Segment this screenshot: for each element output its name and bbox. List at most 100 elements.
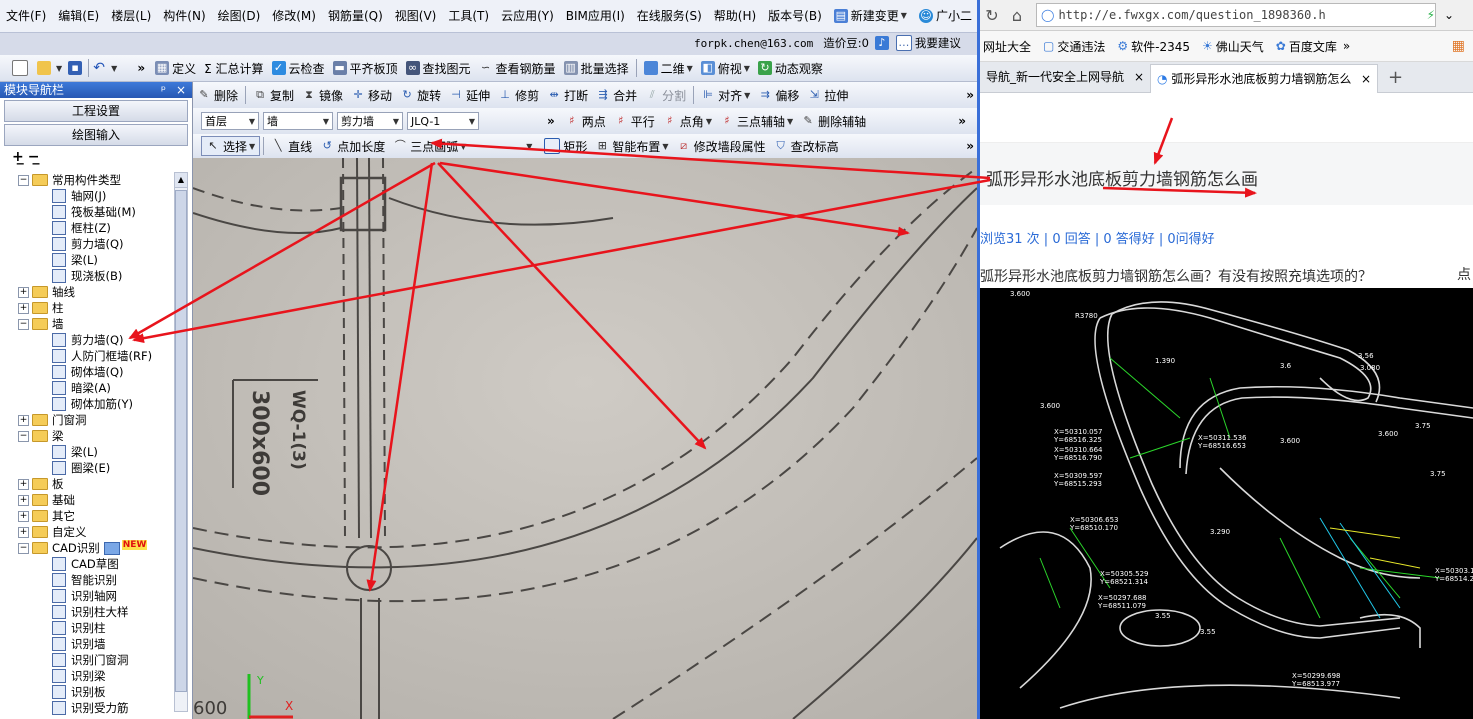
chevron-down-icon[interactable]: ▼	[56, 64, 62, 73]
tree-scrollbar[interactable]: ▲	[174, 172, 188, 712]
toolbar-overflow[interactable]: »	[966, 139, 974, 153]
tree-item[interactable]: 剪力墙(Q)	[18, 332, 170, 348]
find-element-button[interactable]: ∞ 查找图元	[402, 57, 475, 79]
three-point-arc-dropdown[interactable]: ⌒ 三点画弧 ▼	[389, 135, 470, 157]
speed-icon[interactable]: ⚡	[1427, 8, 1435, 22]
tree-item[interactable]: 识别板	[18, 684, 170, 700]
parallel-aux-button[interactable]: ♯ 平行	[610, 110, 659, 132]
toolbar-overflow[interactable]: »	[958, 114, 966, 128]
menu-view[interactable]: 视图(V)	[389, 0, 443, 32]
tree-item[interactable]: − CAD识别 NEW	[18, 540, 170, 556]
tree-item[interactable]: 识别柱大样	[18, 604, 170, 620]
collapse-icon[interactable]: −	[18, 542, 29, 554]
category-select[interactable]: 墙 ▼	[263, 112, 333, 130]
menu-modify[interactable]: 修改(M)	[266, 0, 322, 32]
close-icon[interactable]: ×	[1361, 65, 1371, 93]
close-icon[interactable]: ×	[1134, 63, 1144, 91]
tree-item[interactable]: − 常用构件类型	[18, 172, 170, 188]
move-button[interactable]: ✛ 移动	[347, 84, 396, 106]
tree-item[interactable]: 识别轴网	[18, 588, 170, 604]
tree-item[interactable]: + 柱	[18, 300, 170, 316]
tree-item[interactable]: + 门窗洞	[18, 412, 170, 428]
project-settings-button[interactable]: 工程设置	[4, 100, 188, 122]
tree-item[interactable]: 识别柱	[18, 620, 170, 636]
view-rebar-button[interactable]: ∽ 查看钢筋量	[475, 57, 560, 79]
point-length-button[interactable]: ↺ 点加长度	[316, 135, 389, 157]
split-button[interactable]: ⫽ 分割	[641, 84, 690, 106]
new-tab-icon[interactable]: +	[1388, 67, 1403, 88]
mirror-button[interactable]: ⧗ 镜像	[298, 84, 347, 106]
top-view-dropdown[interactable]: ◧ 俯视 ▼	[697, 57, 754, 79]
flat-top-button[interactable]: ▬ 平齐板顶	[329, 57, 402, 79]
tree-item[interactable]: 识别受力筋	[18, 700, 170, 716]
url-field[interactable]: ◯ http://e.fwxgx.com/question_1898360.h …	[1036, 3, 1436, 27]
modify-wall-segment-button[interactable]: ⧄ 修改墙段属性	[673, 135, 770, 157]
cloud-check-button[interactable]: ✓ 云检查	[268, 57, 329, 79]
menu-draw[interactable]: 绘图(D)	[212, 0, 267, 32]
new-file-icon[interactable]	[12, 60, 28, 76]
new-change-button[interactable]: ▤ 新建变更 ▼	[828, 0, 913, 32]
menu-bim[interactable]: BIM应用(I)	[560, 0, 631, 32]
expand-icon[interactable]: +	[18, 302, 29, 314]
break-button[interactable]: ⇹ 打断	[543, 84, 592, 106]
tree-item[interactable]: 砌体墙(Q)	[18, 364, 170, 380]
collapse-icon[interactable]: −	[18, 430, 29, 442]
open-folder-icon[interactable]	[37, 61, 51, 75]
expand-all-icon[interactable]: +̲	[12, 149, 24, 165]
rotate-button[interactable]: ↻ 旋转	[396, 84, 445, 106]
tree-item[interactable]: 剪力墙(Q)	[18, 236, 170, 252]
expand-icon[interactable]: +	[18, 510, 29, 522]
three-point-aux-dropdown[interactable]: ♯ 三点辅轴 ▼	[716, 110, 797, 132]
undo-icon[interactable]: ↶	[92, 61, 106, 75]
extend-button[interactable]: ⊣ 延伸	[445, 84, 494, 106]
toolbar-overflow[interactable]: »	[137, 61, 145, 75]
tree-item[interactable]: − 梁	[18, 428, 170, 444]
check-elevation-button[interactable]: ⛉ 查改标高	[770, 135, 843, 157]
bookmark-item[interactable]: ✿ 百度文库	[1276, 38, 1337, 55]
toolbar-overflow[interactable]: »	[547, 114, 555, 128]
menu-online[interactable]: 在线服务(S)	[631, 0, 708, 32]
bookmarks-overflow-icon[interactable]: »	[1343, 39, 1350, 53]
trim-button[interactable]: ⊥ 修剪	[494, 84, 543, 106]
home-icon[interactable]: ⌂	[1004, 6, 1030, 25]
dynamic-view-button[interactable]: ↻ 动态观察	[754, 57, 827, 79]
expand-icon[interactable]: +	[18, 494, 29, 506]
collapse-icon[interactable]: −	[18, 174, 29, 186]
menu-version[interactable]: 版本号(B)	[762, 0, 828, 32]
reload-icon[interactable]: ↻	[980, 6, 1004, 25]
assistant-button[interactable]: ☺ 广小二	[913, 0, 977, 32]
expand-icon[interactable]: +	[18, 478, 29, 490]
offset-button[interactable]: ⇉ 偏移	[754, 84, 803, 106]
stretch-button[interactable]: ⇲ 拉伸	[803, 84, 852, 106]
menu-component[interactable]: 构件(N)	[157, 0, 211, 32]
tree-item[interactable]: 人防门框墙(RF)	[18, 348, 170, 364]
align-dropdown[interactable]: ⊫ 对齐 ▼	[697, 84, 754, 106]
tree-item[interactable]: 轴网(J)	[18, 188, 170, 204]
question-stats[interactable]: 浏览31 次 | 0 回答 | 0 答得好 | 0问得好	[980, 228, 1215, 247]
menu-help[interactable]: 帮助(H)	[708, 0, 762, 32]
toolbar-overflow[interactable]: »	[966, 88, 974, 102]
expand-icon[interactable]: +	[18, 526, 29, 538]
select-tool-button[interactable]: ↖ 选择 ▼	[201, 136, 261, 156]
smart-layout-dropdown[interactable]: ⊞ 智能布置 ▼	[591, 135, 672, 157]
bookmark-item[interactable]: 网址大全	[980, 38, 1031, 55]
bookmark-item[interactable]: ▢ 交通违法	[1043, 38, 1105, 55]
tree-item[interactable]: 砌体加筋(Y)	[18, 396, 170, 412]
suggest-button[interactable]: … 我要建议	[895, 35, 961, 51]
tree-item[interactable]: + 轴线	[18, 284, 170, 300]
arc-option-select[interactable]: ▼	[474, 137, 536, 155]
merge-button[interactable]: ⇶ 合并	[592, 84, 641, 106]
define-button[interactable]: ▦ 定义	[151, 57, 200, 79]
tree-item[interactable]: 识别墙	[18, 636, 170, 652]
summary-calc-button[interactable]: Σ 汇总计算	[200, 57, 267, 79]
delete-button[interactable]: ✎ 删除	[193, 84, 242, 106]
tree-item[interactable]: 圈梁(E)	[18, 460, 170, 476]
menu-file[interactable]: 文件(F)	[0, 0, 52, 32]
rectangle-tool-button[interactable]: 矩形	[540, 135, 591, 157]
expand-icon[interactable]: +	[18, 286, 29, 298]
corner-label[interactable]: 点	[1457, 264, 1471, 284]
two-point-aux-button[interactable]: ♯ 两点	[561, 110, 610, 132]
tree-item[interactable]: 识别梁	[18, 668, 170, 684]
menu-rebar[interactable]: 钢筋量(Q)	[322, 0, 389, 32]
tree-item[interactable]: 识别门窗洞	[18, 652, 170, 668]
